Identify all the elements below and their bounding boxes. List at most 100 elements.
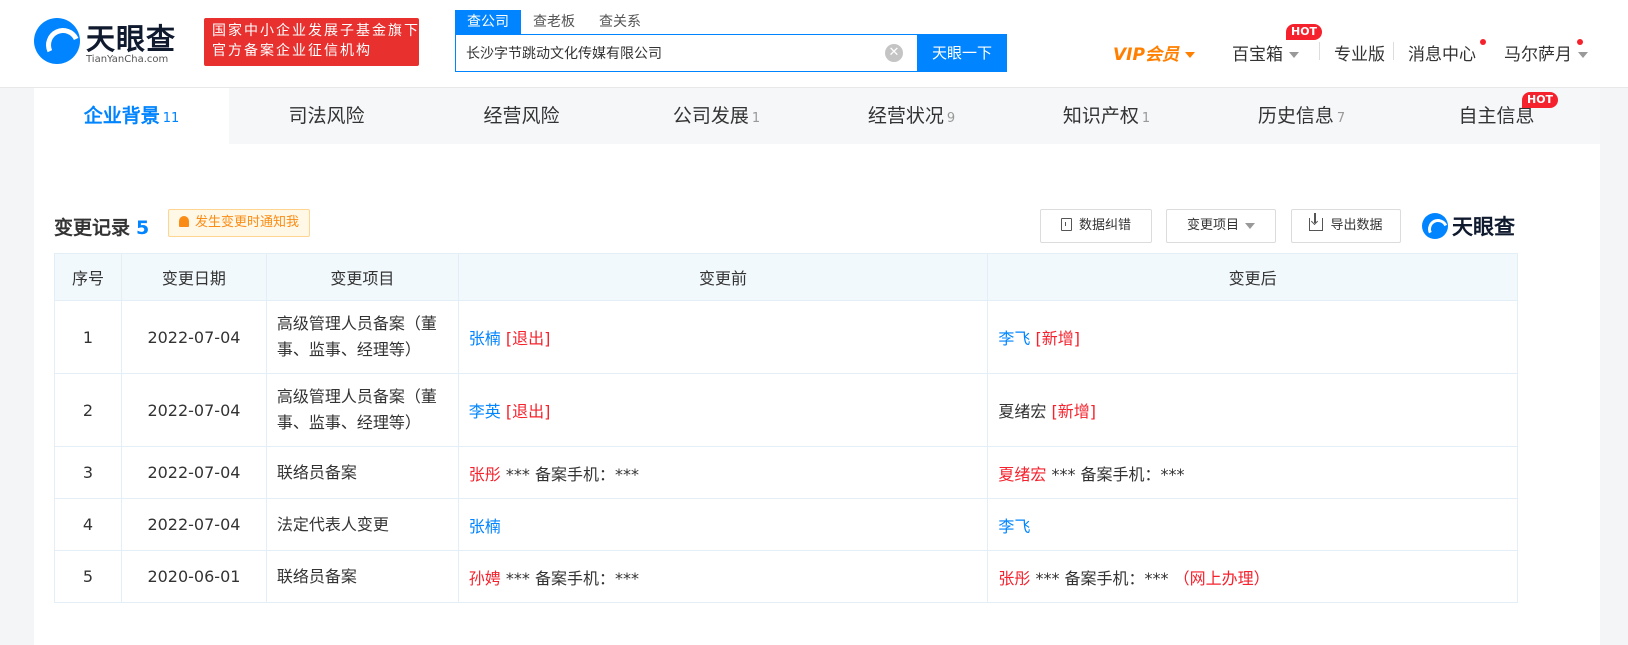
search-button[interactable]: 天眼一下 bbox=[917, 34, 1007, 72]
tab-history[interactable]: 历史信息 7 bbox=[1204, 88, 1399, 144]
baobox-label: 百宝箱 bbox=[1232, 45, 1283, 65]
search-input[interactable] bbox=[466, 35, 866, 71]
pro-link[interactable]: 专业版 bbox=[1334, 40, 1385, 65]
data-correction-button[interactable]: 数据纠错 bbox=[1040, 209, 1152, 243]
hot-badge: HOT bbox=[1286, 24, 1323, 40]
logo-mark-icon bbox=[34, 18, 80, 64]
tab-label: 知识产权 bbox=[1062, 105, 1139, 127]
cell-date: 2022-07-04 bbox=[120, 446, 267, 499]
clear-icon[interactable]: ✕ bbox=[885, 44, 903, 62]
filter-label: 变更项目 bbox=[1186, 218, 1239, 233]
tab-label: 自主信息 bbox=[1458, 105, 1535, 127]
tab-operation-risk[interactable]: 经营风险 bbox=[424, 88, 619, 144]
cell-after: 李飞 [新增] bbox=[987, 300, 1518, 374]
tab-development[interactable]: 公司发展 1 bbox=[619, 88, 814, 144]
tab-operation-status[interactable]: 经营状况 9 bbox=[814, 88, 1009, 144]
logo-text: 天眼查 bbox=[86, 22, 177, 56]
cell-date: 2020-06-01 bbox=[120, 550, 267, 603]
masked-info: *** 备案手机：*** bbox=[500, 568, 639, 588]
tab-label: 司法风险 bbox=[288, 105, 365, 127]
masked-info: *** 备案手机：*** bbox=[1046, 464, 1185, 484]
chevron-down-icon bbox=[1578, 52, 1588, 58]
tab-label: 经营状况 bbox=[867, 105, 944, 127]
cell-before: 张彤 *** 备案手机：*** bbox=[457, 446, 989, 499]
table-row: 4 2022-07-04 法定代表人变更 张楠 李飞 bbox=[54, 498, 1518, 551]
tab-background[interactable]: 企业背景 11 bbox=[34, 88, 229, 144]
hot-badge: HOT bbox=[1522, 92, 1559, 108]
divider bbox=[1319, 42, 1320, 60]
person-link[interactable]: 李飞 bbox=[998, 329, 1030, 348]
col-header-before: 变更前 bbox=[457, 253, 989, 301]
cell-before: 李英 [退出] bbox=[457, 373, 989, 447]
cell-after: 夏绪宏 *** 备案手机：*** bbox=[987, 446, 1518, 499]
dimension-tabs: 企业背景 11 司法风险 经营风险 公司发展 1 经营状况 9 知识产权 1 历史信息 7… bbox=[34, 88, 1600, 144]
cell-date: 2022-07-04 bbox=[120, 300, 267, 374]
tab-ip[interactable]: 知识产权 1 bbox=[1009, 88, 1204, 144]
tab-count: 1 bbox=[751, 111, 761, 126]
person-link[interactable]: 李飞 bbox=[998, 517, 1030, 536]
search-tab-relation[interactable]: 查关系 bbox=[599, 10, 641, 34]
export-data-button[interactable]: 导出数据 bbox=[1291, 209, 1401, 243]
export-label: 导出数据 bbox=[1330, 218, 1383, 233]
tab-label: 企业背景 bbox=[83, 105, 160, 127]
top-header: 天眼查 TianYanCha.com 国家中小企业发展子基金旗下 官方备案企业征… bbox=[0, 0, 1628, 88]
status-tag: [退出] bbox=[505, 329, 551, 348]
cell-after: 李飞 bbox=[987, 498, 1518, 551]
online-note: （网上办理） bbox=[1173, 568, 1270, 588]
change-record-table: 序号 变更日期 变更项目 变更前 变更后 1 2022-07-04 高级管理人员… bbox=[54, 253, 1518, 603]
col-header-no: 序号 bbox=[54, 253, 122, 301]
vip-menu[interactable]: VIP会员 bbox=[1113, 40, 1195, 65]
cell-no: 1 bbox=[54, 300, 122, 374]
cell-after: 张彤 *** 备案手机：*** （网上办理） bbox=[987, 550, 1518, 603]
col-header-item: 变更项目 bbox=[265, 253, 459, 301]
main-content: 企业背景 11 司法风险 经营风险 公司发展 1 经营状况 9 知识产权 1 历史信息 7… bbox=[34, 88, 1600, 645]
cell-no: 4 bbox=[54, 498, 122, 551]
notify-on-change-button[interactable]: 发生变更时通知我 bbox=[168, 209, 311, 237]
badge-line-2: 官方备案企业征信机构 bbox=[212, 43, 372, 59]
change-item-filter[interactable]: 变更项目 bbox=[1166, 209, 1276, 243]
col-header-date: 变更日期 bbox=[120, 253, 267, 301]
document-icon bbox=[1060, 218, 1072, 231]
tab-self-info[interactable]: 自主信息 bbox=[1399, 88, 1594, 144]
person-link[interactable]: 李英 bbox=[469, 402, 501, 421]
cell-no: 2 bbox=[54, 373, 122, 447]
masked-info: *** 备案手机：*** bbox=[500, 464, 639, 484]
message-center-link[interactable]: 消息中心 bbox=[1408, 40, 1476, 65]
tab-judicial-risk[interactable]: 司法风险 bbox=[229, 88, 424, 144]
tab-count: 1 bbox=[1141, 111, 1151, 126]
chevron-down-icon bbox=[1245, 222, 1255, 229]
tab-count: 7 bbox=[1336, 111, 1346, 126]
user-menu[interactable]: 马尔萨月 bbox=[1504, 40, 1588, 65]
bell-icon bbox=[179, 216, 189, 227]
table-row: 1 2022-07-04 高级管理人员备案（董事、监事、经理等） 张楠 [退出]… bbox=[54, 300, 1518, 374]
cell-item: 联络员备案 bbox=[265, 550, 459, 603]
person-link[interactable]: 张楠 bbox=[469, 517, 501, 536]
status-tag: [新增] bbox=[1051, 402, 1096, 421]
logo-domain: TianYanCha.com bbox=[86, 54, 169, 65]
tab-count: 11 bbox=[162, 111, 180, 126]
search-tab-boss[interactable]: 查老板 bbox=[533, 10, 575, 34]
unread-dot bbox=[1480, 39, 1486, 45]
person-link[interactable]: 张楠 bbox=[469, 329, 501, 348]
table-row: 2 2022-07-04 高级管理人员备案（董事、监事、经理等） 李英 [退出]… bbox=[54, 373, 1518, 447]
status-tag: [退出] bbox=[505, 402, 551, 421]
cell-no: 5 bbox=[54, 550, 122, 603]
section-title-text: 变更记录 bbox=[54, 217, 131, 239]
person-name: 张彤 bbox=[998, 568, 1031, 588]
tab-label: 历史信息 bbox=[1257, 105, 1334, 127]
download-icon bbox=[1309, 213, 1324, 231]
baobox-menu[interactable]: 百宝箱 bbox=[1232, 40, 1299, 65]
person-name: 张彤 bbox=[468, 464, 501, 484]
brand-watermark-logo: 天眼查 bbox=[1422, 211, 1522, 241]
user-name: 马尔萨月 bbox=[1504, 45, 1572, 65]
vip-label: VIP会员 bbox=[1113, 45, 1179, 65]
tianyancha-logo[interactable]: 天眼查 TianYanCha.com bbox=[34, 16, 190, 68]
masked-info: *** 备案手机：*** bbox=[1030, 568, 1169, 588]
official-badge: 国家中小企业发展子基金旗下 官方备案企业征信机构 bbox=[204, 18, 419, 66]
col-header-after: 变更后 bbox=[987, 253, 1518, 301]
chevron-down-icon bbox=[1289, 52, 1299, 58]
cell-no: 3 bbox=[54, 446, 122, 499]
search-tab-company[interactable]: 查公司 bbox=[455, 10, 521, 34]
person-name: 夏绪宏 bbox=[998, 402, 1047, 421]
user-dot bbox=[1577, 39, 1583, 45]
